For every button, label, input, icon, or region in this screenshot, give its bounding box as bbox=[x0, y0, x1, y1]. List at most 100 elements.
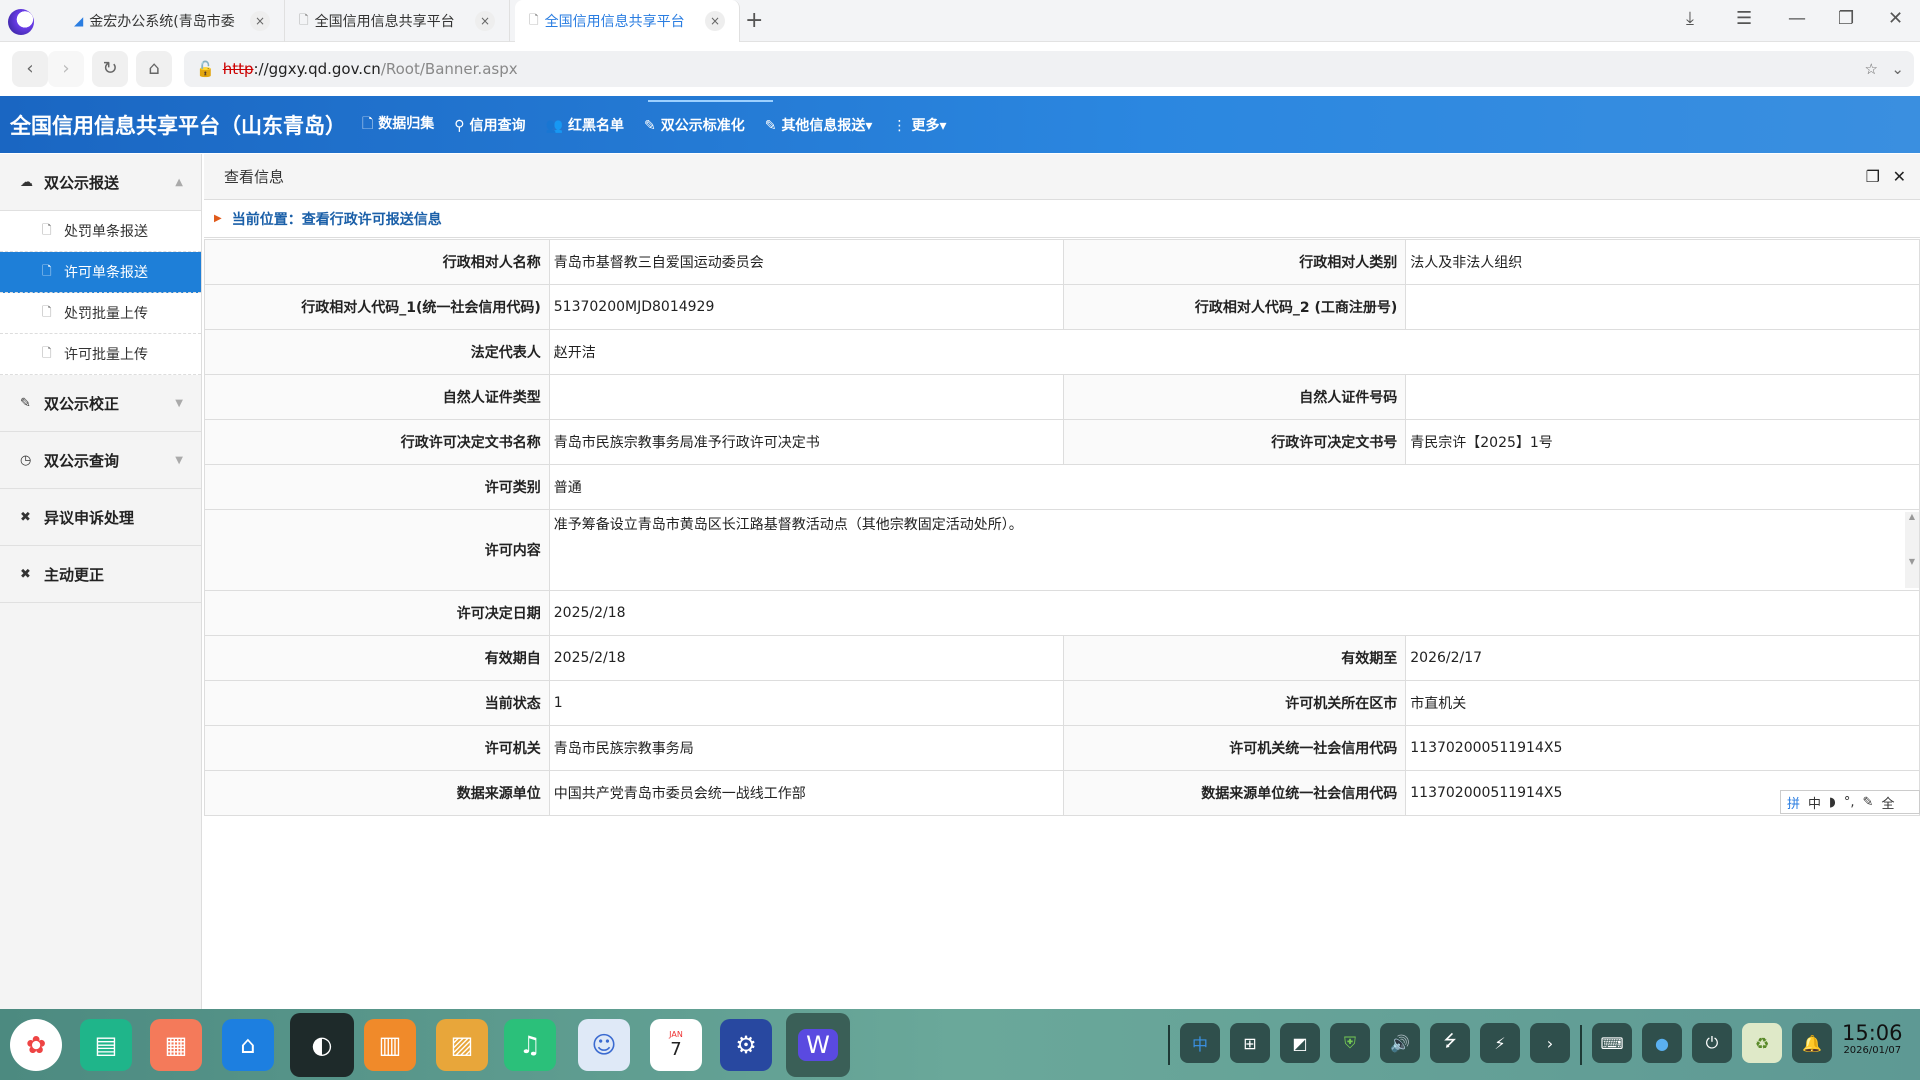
field-value: 2025/2/18 bbox=[549, 636, 1063, 681]
back-icon[interactable]: ‹ bbox=[12, 51, 48, 87]
trash-icon[interactable]: ♻ bbox=[1742, 1023, 1782, 1063]
table-row: 行政相对人代码_1(统一社会信用代码)51370200MJD8014929行政相… bbox=[205, 285, 1920, 330]
menu-red-black-list[interactable]: 👥红黑名单 bbox=[546, 115, 624, 135]
menu-double-publicity[interactable]: ✎双公示标准化 bbox=[644, 115, 745, 135]
menu-icon[interactable]: ☰ bbox=[1736, 8, 1752, 29]
menu-credit-query[interactable]: ⚲信用查询 bbox=[454, 115, 525, 135]
home-icon[interactable]: ⌂ bbox=[136, 51, 172, 87]
url-input[interactable]: 🔓 http://ggxy.qd.gov.cn/Root/Banner.aspx… bbox=[184, 51, 1914, 87]
scrollbar[interactable]: ▲▼ bbox=[1905, 512, 1919, 588]
sidebar-item-penalty-batch[interactable]: 🗋处罚批量上传 bbox=[0, 293, 201, 334]
tab-credit-2[interactable]: 🗋全国信用信息共享平台× bbox=[515, 0, 740, 42]
sidebar-group-query[interactable]: ◷双公示查询▼ bbox=[0, 432, 201, 489]
expand-tray-icon[interactable]: › bbox=[1530, 1023, 1570, 1063]
shield-icon[interactable]: ⛨ bbox=[1330, 1023, 1370, 1063]
field-value: 青岛市民族宗教事务局准予行政许可决定书 bbox=[549, 420, 1063, 465]
keyboard-icon[interactable]: ⌨ bbox=[1592, 1023, 1632, 1063]
field-label: 有效期至 bbox=[1063, 636, 1406, 681]
caret-up-icon: ▲ bbox=[175, 177, 183, 188]
field-label: 行政许可决定文书号 bbox=[1063, 420, 1406, 465]
sidebar-item-license-batch[interactable]: 🗋许可批量上传 bbox=[0, 334, 201, 375]
browser-taskbar-icon[interactable]: ◐ bbox=[290, 1013, 354, 1077]
contacts-icon[interactable]: ☺ bbox=[578, 1019, 630, 1071]
ime-fullwidth[interactable]: 全 bbox=[1881, 793, 1894, 812]
ime-pinyin[interactable]: 拼 bbox=[1787, 793, 1800, 812]
close-window-icon[interactable]: ✕ bbox=[1888, 8, 1903, 29]
ime-handwrite-icon[interactable]: ✎ bbox=[1863, 795, 1874, 810]
ime-punct[interactable]: °, bbox=[1844, 795, 1855, 810]
close-tab-icon[interactable]: × bbox=[250, 11, 270, 31]
sidebar-group-active-correction[interactable]: ✖主动更正 bbox=[0, 546, 201, 603]
close-tab-icon[interactable]: × bbox=[705, 11, 725, 31]
taskbar-divider bbox=[1580, 1025, 1582, 1065]
sidebar-group-report[interactable]: ☁双公示报送▲ bbox=[0, 154, 201, 211]
menu-other-reports[interactable]: ✎其他信息报送▾ bbox=[765, 115, 873, 135]
notification-bell-icon[interactable]: 🔔 bbox=[1792, 1023, 1832, 1063]
panel-title: 查看信息 bbox=[224, 166, 284, 187]
sidebar-group-objection[interactable]: ✖异议申诉处理 bbox=[0, 489, 201, 546]
clock[interactable]: 15:062026/01/07 bbox=[1842, 1021, 1903, 1056]
music-icon[interactable]: ♫ bbox=[504, 1019, 556, 1071]
more-vertical-icon: ⋮ bbox=[892, 118, 906, 134]
chevron-down-icon[interactable]: ⌄ bbox=[1891, 60, 1904, 78]
download-icon[interactable]: ⤓ bbox=[1686, 8, 1694, 29]
ime-chinese[interactable]: 中 bbox=[1808, 793, 1821, 812]
app-tray-icon[interactable]: ◩ bbox=[1280, 1023, 1320, 1063]
photos-icon[interactable]: ▨ bbox=[436, 1019, 488, 1071]
power-icon[interactable]: ⏻ bbox=[1692, 1023, 1732, 1063]
search-icon: ⚲ bbox=[454, 118, 464, 134]
wps-icon[interactable]: W bbox=[786, 1013, 850, 1077]
menu-data-collection[interactable]: 🗋数据归集 bbox=[362, 113, 434, 137]
network-icon[interactable]: ⚡ bbox=[1480, 1023, 1520, 1063]
sidebar-item-license-single[interactable]: 🗋许可单条报送 bbox=[0, 252, 201, 293]
forward-icon[interactable]: › bbox=[48, 51, 84, 87]
windows-icon[interactable]: ⊞ bbox=[1230, 1023, 1270, 1063]
apps-icon[interactable]: ▦ bbox=[150, 1019, 202, 1071]
close-icon[interactable]: ✕ bbox=[1893, 167, 1906, 186]
assistant-icon[interactable]: ● bbox=[1642, 1023, 1682, 1063]
document-icon: 🗋 bbox=[362, 116, 373, 132]
store-icon[interactable]: ⌂ bbox=[222, 1019, 274, 1071]
field-value: 2025/2/18 bbox=[549, 591, 1919, 636]
clock-icon: ◷ bbox=[20, 453, 44, 468]
restore-icon[interactable]: ❐ bbox=[1838, 8, 1854, 29]
minimize-icon[interactable]: — bbox=[1788, 8, 1806, 29]
tab-credit-1[interactable]: 🗋全国信用信息共享平台× bbox=[285, 0, 510, 42]
calendar-icon[interactable]: JAN7 bbox=[650, 1019, 702, 1071]
new-tab-button[interactable]: + bbox=[745, 8, 763, 33]
table-row: 有效期自2025/2/18有效期至2026/2/17 bbox=[205, 636, 1920, 681]
content-textarea[interactable]: 准予筹备设立青岛市黄岛区长江路基督教活动点（其他宗教固定活动处所）。▲▼ bbox=[549, 510, 1919, 591]
maximize-icon[interactable]: ❐ bbox=[1866, 167, 1880, 186]
menu-more[interactable]: ⋮更多▾ bbox=[892, 115, 946, 135]
table-row: 自然人证件类型自然人证件号码 bbox=[205, 375, 1920, 420]
launcher-icon[interactable]: ✿ bbox=[10, 1019, 62, 1071]
table-row: 许可决定日期2025/2/18 bbox=[205, 591, 1920, 636]
usb-icon[interactable]: ⭍ bbox=[1430, 1023, 1470, 1063]
input-method-icon[interactable]: 中 bbox=[1180, 1023, 1220, 1063]
table-row: 许可机关青岛市民族宗教事务局许可机关统一社会信用代码11370200051191… bbox=[205, 726, 1920, 771]
reload-icon[interactable]: ↻ bbox=[92, 51, 128, 87]
sidebar-item-penalty-single[interactable]: 🗋处罚单条报送 bbox=[0, 211, 201, 252]
caret-down-icon: ▼ bbox=[175, 455, 183, 466]
document-icon: 🗋 bbox=[42, 344, 64, 365]
field-label: 数据来源单位 bbox=[205, 771, 550, 816]
ime-moon-icon[interactable]: ◗ bbox=[1829, 795, 1836, 810]
terminal-icon[interactable]: ▤ bbox=[80, 1019, 132, 1071]
table-row: 法定代表人赵开洁 bbox=[205, 330, 1920, 375]
volume-icon[interactable]: 🔊 bbox=[1380, 1023, 1420, 1063]
field-value: 中国共产党青岛市委员会统一战线工作部 bbox=[549, 771, 1063, 816]
field-label: 行政相对人代码_1(统一社会信用代码) bbox=[205, 285, 550, 330]
settings-icon[interactable]: ⚙ bbox=[720, 1019, 772, 1071]
tab-jinhong[interactable]: ◢金宏办公系统(青岛市委× bbox=[60, 0, 285, 42]
edit-icon: ✎ bbox=[765, 118, 777, 134]
close-tab-icon[interactable]: × bbox=[475, 11, 495, 31]
bookmark-star-icon[interactable]: ☆ bbox=[1865, 60, 1878, 78]
field-value: 1 bbox=[549, 681, 1063, 726]
table-row: 许可类别普通 bbox=[205, 465, 1920, 510]
field-label: 数据来源单位统一社会信用代码 bbox=[1063, 771, 1406, 816]
sidebar-group-correction[interactable]: ✎双公示校正▼ bbox=[0, 375, 201, 432]
document-icon: 🗋 bbox=[42, 303, 64, 324]
table-row: 行政许可决定文书名称青岛市民族宗教事务局准予行政许可决定书行政许可决定文书号青民… bbox=[205, 420, 1920, 465]
files-icon[interactable]: ▥ bbox=[364, 1019, 416, 1071]
cloud-icon: ☁ bbox=[20, 175, 44, 190]
